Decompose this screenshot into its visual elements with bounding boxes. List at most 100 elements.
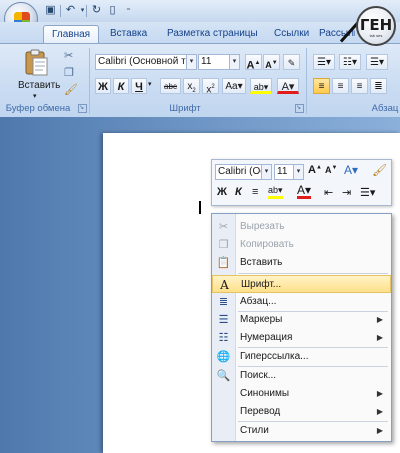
chevron-down-icon: ▾ [229, 55, 239, 69]
customize-toolbar-icon[interactable]: ⁼ [122, 4, 135, 17]
paste-button[interactable] [21, 48, 51, 78]
mini-bold-button[interactable]: Ж [217, 186, 227, 198]
bold-button[interactable]: Ж [95, 78, 111, 94]
submenu-arrow-icon: ▶ [376, 426, 383, 435]
bullets-button[interactable]: ☰▾ [313, 54, 335, 70]
mini-bullets-button[interactable]: ☰▾ [360, 186, 375, 199]
change-case-button[interactable]: Aa▾ [222, 78, 246, 94]
grow-font-button[interactable]: A▲ [245, 54, 262, 72]
underline-button[interactable]: Ч [131, 78, 147, 94]
clear-formatting-button[interactable]: ✎ [283, 54, 300, 70]
mini-styles-button[interactable]: A▾ [344, 163, 358, 177]
shrink-font-button[interactable]: A▼ [263, 54, 280, 70]
watermark-subtext: lab ses [369, 33, 383, 38]
align-center-button[interactable]: ≡ [332, 78, 349, 94]
mini-center-button[interactable]: ≡ [252, 186, 258, 198]
mini-font-select[interactable]: Calibri (Ос ▾ [215, 164, 272, 180]
paste-label[interactable]: Вставить [18, 80, 60, 91]
align-left-button[interactable]: ≡ [313, 78, 330, 94]
menu-item-label: Гиперссылка... [240, 351, 309, 362]
paste-dropdown-icon[interactable]: ▾ [33, 92, 37, 100]
font-size-value: 11 [201, 56, 212, 67]
underline-dropdown-icon[interactable]: ▾ [148, 80, 152, 88]
tab-insert[interactable]: Вставка [102, 25, 155, 43]
menu-item-paragraph[interactable]: ≣ Абзац... [212, 293, 391, 311]
tab-page-layout[interactable]: Разметка страницы [159, 25, 266, 43]
chevron-down-icon: ▾ [293, 165, 303, 179]
submenu-arrow-icon: ▶ [376, 407, 383, 416]
menu-item-research[interactable]: 🔍 Поиск... [212, 367, 391, 385]
menu-item-bullets[interactable]: ☰ Маркеры ▶ [212, 311, 391, 329]
mini-size-select[interactable]: 11 ▾ [274, 164, 304, 180]
font-launcher-icon[interactable]: ↘ [295, 104, 304, 113]
clipboard-group-label: Буфер обмена [5, 103, 71, 114]
save-icon[interactable]: ▣ [44, 4, 57, 17]
menu-item-label: Стили [240, 425, 269, 436]
format-painter-icon[interactable]: 🖌 [64, 83, 78, 96]
menu-item-synonyms[interactable]: Синонимы ▶ [212, 385, 391, 403]
tab-home[interactable]: Главная [43, 25, 100, 44]
mini-font-value: Calibri (Ос [218, 166, 266, 177]
italic-button[interactable]: К [113, 78, 129, 94]
copy-icon[interactable]: ❐ [64, 66, 74, 79]
menu-item-copy[interactable]: ❐ Копировать [212, 236, 391, 254]
paste-icon: 📋 [216, 257, 231, 269]
font-name-select[interactable]: Calibri (Основной те ▾ [95, 54, 197, 70]
menu-item-label: Вставить [240, 257, 283, 268]
mini-increase-indent-icon[interactable]: ⇥ [342, 186, 351, 199]
font-group-label: Шрифт [169, 103, 201, 114]
scissors-icon: ✂ [218, 221, 229, 233]
paragraph-icon: ≣ [218, 296, 229, 308]
menu-item-label: Шрифт... [241, 279, 282, 290]
mini-size-value: 11 [277, 166, 288, 177]
mini-grow-font-button[interactable]: A▲ [308, 164, 322, 176]
font-icon: A [220, 278, 229, 292]
text-cursor [199, 201, 201, 214]
cut-icon[interactable]: ✂ [64, 49, 73, 62]
justify-button[interactable]: ≣ [370, 78, 387, 94]
font-size-select[interactable]: 11 ▾ [198, 54, 240, 70]
mini-highlight-button[interactable]: ab▾ [268, 185, 283, 199]
numbering-icon: ☷ [218, 332, 229, 344]
numbering-button[interactable]: ☷▾ [339, 54, 361, 70]
chevron-down-icon: ▾ [261, 165, 271, 179]
menu-item-font[interactable]: A Шрифт... [212, 275, 391, 293]
menu-item-label: Перевод [240, 406, 281, 417]
submenu-arrow-icon: ▶ [376, 389, 383, 398]
font-name-value: Calibri (Основной те [98, 56, 192, 67]
menu-item-paste[interactable]: 📋 Вставить [212, 254, 391, 272]
menu-separator [238, 273, 388, 274]
menu-item-label: Поиск... [240, 370, 277, 381]
menu-item-cut[interactable]: ✂ Вырезать [212, 218, 391, 236]
research-icon: 🔍 [216, 370, 231, 382]
mini-shrink-font-button[interactable]: A▼ [325, 165, 337, 175]
subscript-button[interactable]: x2 [183, 78, 200, 94]
menu-item-hyperlink[interactable]: 🌐 Гиперссылка... [212, 348, 391, 366]
font-color-button[interactable]: A▾ [277, 78, 299, 94]
menu-item-styles[interactable]: Стили ▶ [212, 422, 391, 440]
mini-format-painter-icon[interactable]: 🖌 [372, 163, 387, 177]
watermark-text: ГЕН [359, 16, 393, 34]
undo-dropdown-icon[interactable]: ▾ [76, 4, 89, 17]
align-right-button[interactable]: ≡ [351, 78, 368, 94]
tab-references[interactable]: Ссылки [266, 25, 317, 43]
multilevel-list-button[interactable]: ☰▾ [366, 54, 388, 70]
menu-item-label: Вырезать [240, 221, 285, 232]
mini-italic-button[interactable]: К [235, 186, 242, 198]
highlight-button[interactable]: ab▾ [250, 78, 272, 94]
bullets-icon: ☰ [218, 314, 229, 326]
watermark-logo: ГЕН lab ses [356, 6, 396, 46]
new-document-icon[interactable]: ▯ [106, 4, 119, 17]
mini-font-color-button[interactable]: A▾ [297, 184, 312, 199]
menu-item-label: Копировать [240, 239, 294, 250]
submenu-arrow-icon: ▶ [376, 315, 383, 324]
mini-decrease-indent-icon[interactable]: ⇤ [324, 186, 333, 199]
copy-icon: ❐ [218, 239, 229, 251]
clipboard-launcher-icon[interactable]: ↘ [78, 104, 87, 113]
paragraph-group-label: Абзац [371, 103, 399, 114]
redo-icon[interactable]: ↻ [90, 4, 103, 17]
menu-item-translate[interactable]: Перевод ▶ [212, 403, 391, 421]
superscript-button[interactable]: x2 [202, 78, 219, 95]
strikethrough-button[interactable]: abc [160, 78, 181, 94]
menu-item-numbering[interactable]: ☷ Нумерация ▶ [212, 329, 391, 347]
